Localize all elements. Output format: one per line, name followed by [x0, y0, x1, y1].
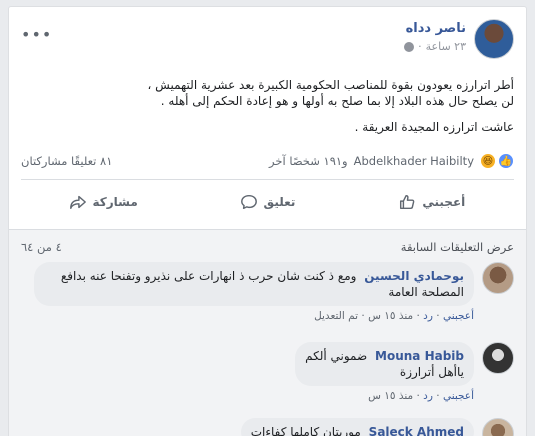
commenter-name[interactable]: بوحمادي الحسين — [364, 269, 464, 283]
comment-bubble: بوحمادي الحسين ومع ذ كنت شان حرب ذ انهار… — [34, 262, 474, 306]
comments-shares-count[interactable]: ٨١ تعليقًا مشاركتان — [21, 154, 112, 168]
view-previous-comments-link[interactable]: عرض التعليقات السابقة — [401, 240, 514, 254]
like-reaction-icon: 👍 — [498, 153, 514, 169]
share-label: مشاركة — [92, 195, 138, 209]
comment-like-link[interactable]: أعجبني — [443, 310, 474, 322]
post-body: أطر اترارزه يعودون بقوة للمناصب الحكومية… — [24, 77, 514, 135]
comment-time[interactable]: منذ ١٥ س — [368, 390, 413, 402]
comment-like-link[interactable]: أعجبني — [443, 390, 474, 402]
reactions-summary[interactable]: 👍 😆 Abdelkhader Haibilty و١٩١ شخصًا آخر — [269, 153, 514, 169]
comment-reply-link[interactable]: رد — [423, 390, 433, 402]
comment-meta: أعجبني · رد · منذ ١٥ س · تم التعديل — [314, 310, 474, 322]
comment-bubble: Saleck Ahmed موريتان كاملها كفاءات — [240, 418, 474, 436]
reactor-name: Abdelkhader Haibilty — [353, 154, 474, 168]
comment-button[interactable]: تعليق — [185, 193, 349, 211]
comment-text: موريتان كاملها كفاءات — [250, 425, 361, 436]
divider — [21, 179, 514, 180]
action-bar: مشاركة تعليق أعجبني — [21, 185, 514, 219]
comment-item: Mouna Habib ضموني ألكم ياأهل أترارزة أعج… — [295, 342, 514, 402]
comment-icon — [240, 194, 257, 210]
comment-item: بوحمادي الحسين ومع ذ كنت شان حرب ذ انهار… — [34, 262, 514, 322]
thumbs-up-icon — [400, 194, 415, 210]
comment-reply-link[interactable]: رد — [423, 310, 433, 322]
share-button[interactable]: مشاركة — [21, 193, 185, 211]
share-icon — [69, 195, 86, 210]
commenter-name[interactable]: Saleck Ahmed — [369, 425, 464, 436]
comments-count: ٤ من ٦٤ — [21, 240, 62, 254]
like-label: أعجبني — [422, 195, 466, 209]
comment-edited: تم التعديل — [314, 310, 359, 322]
haha-reaction-icon: 😆 — [480, 153, 496, 169]
comment-text-line-1: ضموني ألكم — [305, 349, 368, 363]
post-header: ناصر دداه ٢٣ ساعة · — [404, 19, 514, 63]
post-time[interactable]: ٢٣ ساعة — [426, 40, 466, 53]
post-line-2: لن يصلح حال هذه البلاد إلا بما صلح به أو… — [160, 94, 514, 108]
commenter-avatar[interactable] — [482, 262, 514, 294]
comment-meta: أعجبني · رد · منذ ١٥ س — [368, 390, 474, 402]
comment-text-line-2: ياأهل أترارزة — [399, 365, 464, 379]
author-avatar[interactable] — [474, 19, 514, 59]
comment-item: Saleck Ahmed موريتان كاملها كفاءات — [240, 418, 514, 436]
globe-icon — [404, 41, 415, 52]
comments-header: ٤ من ٦٤ عرض التعليقات السابقة — [21, 240, 514, 254]
ellipsis-icon[interactable]: ••• — [21, 25, 52, 44]
commenter-name[interactable]: Mouna Habib — [375, 349, 464, 363]
post-line-1: أطر اترارزه يعودون بقوة للمناصب الحكومية… — [147, 78, 514, 92]
commenter-avatar[interactable] — [482, 418, 514, 436]
comment-label: تعليق — [263, 195, 296, 209]
comment-bubble: Mouna Habib ضموني ألكم ياأهل أترارزة — [295, 342, 474, 386]
post-stats: ٨١ تعليقًا مشاركتان 👍 😆 Abdelkhader Haib… — [21, 151, 514, 171]
post-meta: ٢٣ ساعة · — [404, 40, 466, 53]
author-name[interactable]: ناصر دداه — [404, 21, 466, 36]
comment-time[interactable]: منذ ١٥ س — [368, 310, 413, 322]
commenter-avatar[interactable] — [482, 342, 514, 374]
post-closing: عاشت اترارزه المجيدة العريقة . — [354, 120, 514, 134]
reactors-others: و١٩١ شخصًا آخر — [269, 154, 348, 168]
comments-section: ٤ من ٦٤ عرض التعليقات السابقة بوحمادي ال… — [9, 229, 526, 436]
like-button[interactable]: أعجبني — [350, 193, 514, 211]
post-card: ناصر دداه ٢٣ ساعة · ••• أطر اترارزه يعود… — [8, 6, 527, 436]
